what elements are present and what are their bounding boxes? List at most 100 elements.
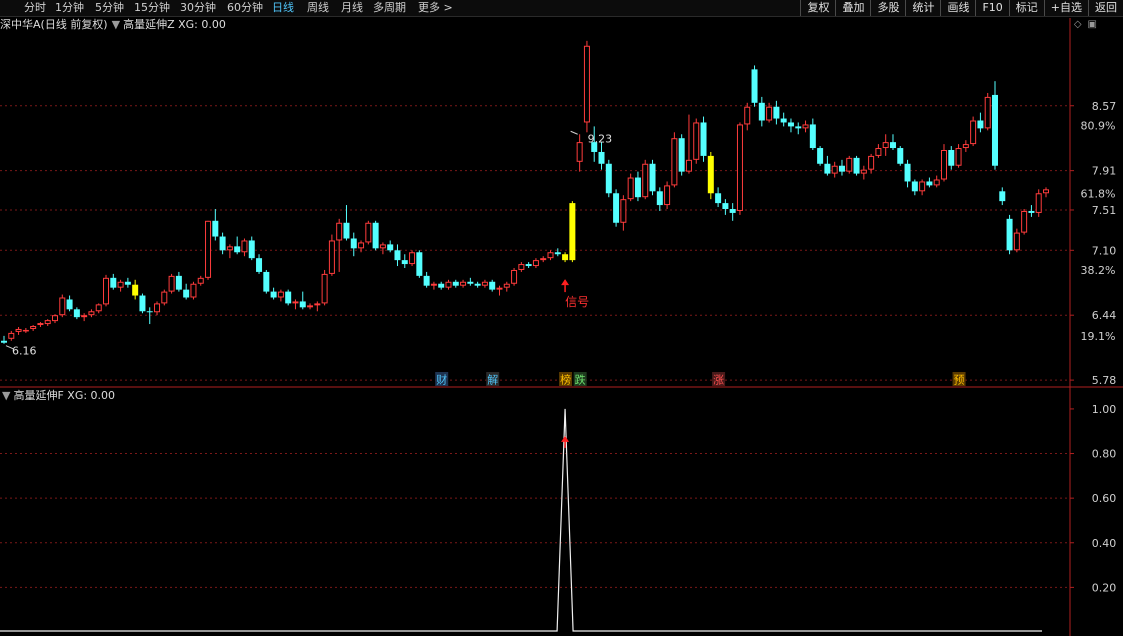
candle-body (627, 177, 634, 200)
candle-body (496, 287, 503, 290)
candle-body (940, 150, 947, 180)
candle-body (678, 138, 685, 172)
stock-title: 深中华A(日线 前复权) (0, 18, 108, 31)
candle-body (277, 291, 284, 298)
high-price-label: 9.23 (588, 132, 613, 145)
toolbar-button[interactable]: 多股 (870, 0, 905, 16)
event-marker-badge (486, 372, 500, 386)
period-tab[interactable]: 周线 (307, 0, 329, 16)
high-pointer (570, 130, 578, 135)
period-tab[interactable]: 5分钟 (95, 0, 124, 16)
candle-body (88, 311, 95, 316)
candle-body (562, 254, 569, 261)
toolbar-button[interactable]: F10 (975, 0, 1008, 16)
sub-axis-label: 1.00 (1092, 403, 1117, 416)
candle-body (831, 165, 838, 174)
candle-body (365, 222, 372, 243)
candle-body (693, 122, 700, 160)
event-marker-badge (573, 372, 587, 386)
event-marker-badge (559, 372, 573, 386)
toolbar-button[interactable]: 复权 (800, 0, 835, 16)
candle-body (824, 163, 831, 174)
toolbar-button[interactable]: 画线 (940, 0, 975, 16)
candle-body (438, 283, 445, 288)
event-marker-label: 榜 (560, 373, 571, 387)
candle-body (489, 281, 496, 290)
candle-body (190, 283, 197, 298)
candle-body (766, 106, 773, 121)
candle-body (853, 157, 860, 174)
period-tab[interactable]: 更多 > (418, 0, 453, 16)
toolbar-button[interactable]: 返回 (1088, 0, 1123, 16)
candle-body (671, 138, 678, 186)
candle-body (44, 320, 51, 325)
candle-body (8, 332, 15, 339)
period-tab[interactable]: 60分钟 (227, 0, 263, 16)
sub-signal-arrow-icon (561, 435, 570, 442)
candle-body (256, 258, 263, 272)
candle-body (314, 303, 321, 306)
candle-body (234, 246, 241, 253)
price-axis-label: 7.51 (1092, 204, 1117, 217)
panel-controls: ◇ ▣ (1068, 19, 1097, 30)
candle-body (576, 142, 583, 162)
event-marker-label: 跌 (575, 373, 586, 387)
candle-body (554, 252, 561, 255)
expand-icon[interactable]: ◇ (1074, 19, 1082, 30)
percent-axis-label: 61.8% (1081, 187, 1116, 200)
period-tab[interactable]: 1分钟 (55, 0, 84, 16)
candle-body (139, 295, 146, 312)
sub-indicator-name: 高量延伸F (13, 389, 64, 402)
candle-body (336, 222, 343, 241)
candle-body (656, 191, 663, 206)
toolbar-button[interactable]: 叠加 (835, 0, 870, 16)
candle-body (146, 311, 153, 313)
candle-body (110, 277, 117, 288)
candle-body (95, 304, 102, 312)
sub-axis-label: 0.40 (1092, 537, 1117, 550)
candle-body (15, 328, 22, 332)
period-tab[interactable]: 多周期 (373, 0, 406, 16)
period-tab[interactable]: 月线 (341, 0, 363, 16)
period-tab[interactable]: 分时 (24, 0, 46, 16)
candle-body (59, 297, 66, 316)
candle-body (175, 275, 182, 290)
price-axis-label: 7.91 (1092, 165, 1117, 178)
candle-body (897, 148, 904, 164)
sub-axis-label: 0.80 (1092, 448, 1117, 461)
candle-body (685, 159, 692, 172)
candle-body (722, 203, 729, 209)
period-tab[interactable]: 日线 (272, 0, 294, 16)
candle-body (999, 191, 1006, 202)
candle-body (838, 165, 845, 172)
candle-body (205, 220, 212, 278)
sub-collapse-icon[interactable]: ▼ (2, 389, 10, 402)
toolbar-button[interactable]: 统计 (905, 0, 940, 16)
candle-body (154, 303, 161, 313)
candle-body (591, 142, 598, 152)
candle-body (66, 299, 73, 310)
candle-body (285, 291, 292, 304)
period-tab[interactable]: 30分钟 (180, 0, 216, 16)
candle-body (452, 281, 459, 286)
candle-body (977, 120, 984, 129)
candle-body (715, 193, 722, 204)
tool-buttons: 复权 叠加 多股 统计 画线 F10 标记 +自选 返回 (800, 0, 1123, 16)
candle-body (1021, 210, 1028, 233)
toolbar-button[interactable]: 标记 (1008, 0, 1044, 16)
candle-body (241, 240, 248, 253)
candle-body (540, 258, 547, 261)
toolbar-button[interactable]: +自选 (1043, 0, 1088, 16)
period-tab[interactable]: 15分钟 (134, 0, 170, 16)
candle-body (744, 106, 751, 125)
candle-body (474, 283, 481, 286)
candle-body (409, 252, 416, 265)
maximize-icon[interactable]: ▣ (1088, 19, 1097, 30)
candle-body (481, 281, 488, 286)
candle-body (103, 277, 110, 305)
event-marker-label: 解 (487, 373, 498, 387)
candle-body (598, 151, 605, 164)
indicator-collapse-icon[interactable]: ▼ (112, 18, 120, 31)
candle-body (904, 163, 911, 182)
candle-body (758, 102, 765, 121)
